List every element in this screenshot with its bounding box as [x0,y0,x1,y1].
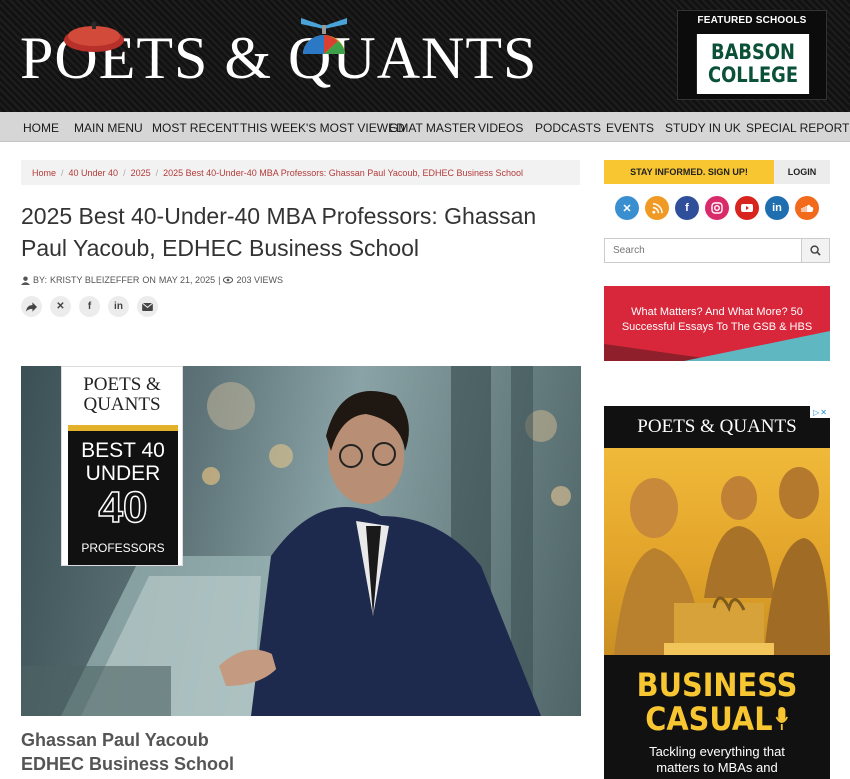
article-meta: BY: KRISTY BLEIZEFFER ON MAY 21, 2025 | … [21,275,283,285]
search-button[interactable] [801,239,829,262]
article-title: 2025 Best 40-Under-40 MBA Professors: Gh… [21,203,537,261]
x-share-icon[interactable]: ✕ [50,296,71,317]
nav-most-recent[interactable]: MOST RECENT [152,121,239,135]
meta-on-label: ON [142,275,156,285]
facebook-icon[interactable]: f [675,196,699,220]
ad-photo [604,448,830,655]
youtube-icon[interactable] [735,196,759,220]
site-header: POETS & QUANTS FEATURED SCHOOLS BABSON C… [0,0,850,112]
breadcrumb-separator: / [155,167,159,178]
nav-special-reports[interactable]: SPECIAL REPORTS [746,121,850,135]
nav-most-viewed[interactable]: THIS WEEK'S MOST VIEWED [240,121,405,135]
badge-brand: POETS & QUANTS [62,375,182,415]
x-icon[interactable]: ✕ [615,196,639,220]
nav-main-menu[interactable]: MAIN MENU [74,121,143,135]
user-icon [21,275,30,285]
search-icon [810,245,821,256]
badge-brand-line1: POETS & [83,374,161,395]
image-caption: Ghassan Paul Yacoub EDHEC Business Schoo… [21,728,234,776]
nav-home[interactable]: HOME [23,121,59,135]
share-icon[interactable] [21,296,42,317]
babson-college-ad[interactable]: BABSON COLLEGE [696,34,810,94]
nav-study-in-uk[interactable]: STUDY IN UK [665,121,741,135]
nav-videos[interactable]: VIDEOS [478,121,523,135]
ad-headline-line1: BUSINESS [636,666,798,704]
breadcrumb-home[interactable]: Home [32,168,56,178]
babson-line2: COLLEGE [707,63,799,87]
linkedin-share-icon[interactable]: in [108,296,129,317]
ad-subtext-line1: Tackling everything that [649,744,785,759]
ad-photo-people [614,467,830,655]
rss-icon[interactable] [645,196,669,220]
site-logo[interactable]: POETS & QUANTS [20,18,560,94]
breadcrumb-current: 2025 Best 40-Under-40 MBA Professors: Gh… [163,167,523,178]
caption-name: Ghassan Paul Yacoub [21,730,209,750]
microphone-icon [775,707,788,730]
nav-podcasts[interactable]: PODCASTS [535,121,601,135]
signup-button[interactable]: STAY INFORMED. SIGN UP! [604,160,774,184]
featured-schools-box: FEATURED SCHOOLS BABSON COLLEGE [677,10,827,100]
email-share-icon[interactable] [137,296,158,317]
soundcloud-icon[interactable] [795,196,819,220]
author-name[interactable]: KRISTY BLEIZEFFER [50,275,139,285]
search-box [604,238,830,263]
ad-headline-line2: CASUAL [615,702,818,736]
breadcrumb: Home / 40 Under 40 / 2025 / 2025 Best 40… [21,160,580,185]
badge-line1: BEST 40 [81,439,165,462]
ad-subtext-line2: matters to MBAs and [656,760,778,775]
nav-events[interactable]: EVENTS [606,121,654,135]
business-casual-ad[interactable]: ▷ ✕ POETS & QUANTS BUSINESS CASUAL Tackli… [604,406,830,779]
ad-logo: POETS & QUANTS [637,416,797,437]
social-links: ✕ f in [615,196,819,220]
badge-brand-line2: QUANTS [83,394,161,415]
breadcrumb-separator: / [61,167,64,178]
eye-icon [223,276,234,284]
nav-gmat-master[interactable]: GMAT MASTER [389,121,476,135]
ad-headline: BUSINESS CASUAL [615,668,818,736]
login-button[interactable]: LOGIN [774,160,830,184]
view-count: 203 VIEWS [236,275,283,285]
caption-school: EDHEC Business School [21,754,235,774]
breadcrumb-separator: / [123,167,126,178]
hero-image: POETS & QUANTS BEST 40 UNDER 40 PROFESSO… [21,366,581,716]
babson-line1: BABSON [710,40,795,64]
badge-number: 40 [98,482,148,533]
instagram-icon[interactable] [705,196,729,220]
beret-icon [64,22,124,52]
share-buttons: ✕ f in [21,296,158,317]
badge-line2: UNDER [85,462,161,485]
essays-ad-text: What Matters? And What More? 50 Successf… [621,306,813,333]
facebook-share-icon[interactable]: f [79,296,100,317]
featured-schools-title: FEATURED SCHOOLS [697,15,807,26]
propeller-cap-icon [301,18,347,54]
badge-panel: BEST 40 UNDER 40 PROFESSORS [68,425,178,565]
breadcrumb-2025[interactable]: 2025 [131,168,151,178]
essays-ad-banner[interactable]: What Matters? And What More? 50 Successf… [604,286,830,361]
badge-line4: PROFESSORS [81,541,165,555]
meta-by-label: BY: [33,275,48,285]
main-nav: HOME MAIN MENU MOST RECENT THIS WEEK'S M… [0,112,850,142]
meta-divider: | [218,275,221,285]
ad-subtext: Tackling everything that matters to MBAs… [604,744,830,776]
linkedin-icon[interactable]: in [765,196,789,220]
search-input[interactable] [605,239,800,262]
best-40-under-40-badge: POETS & QUANTS BEST 40 UNDER 40 PROFESSO… [61,366,183,566]
breadcrumb-40-under-40[interactable]: 40 Under 40 [69,168,119,178]
article-date: MAY 21, 2025 [158,275,216,285]
